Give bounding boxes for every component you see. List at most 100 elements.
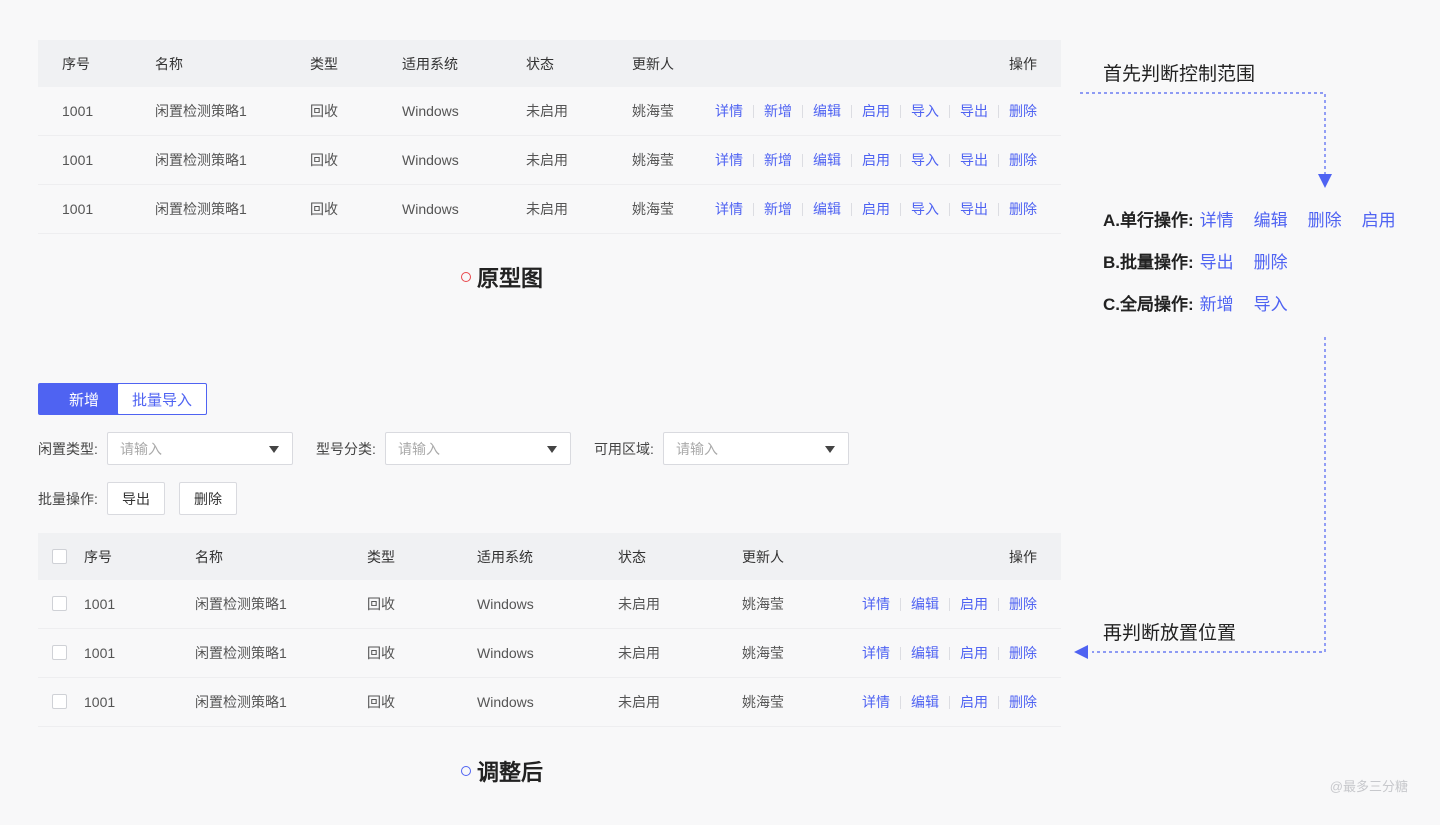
detail-link[interactable]: 详情: [715, 101, 743, 121]
arrow-left-icon: [1074, 645, 1088, 659]
row-checkbox[interactable]: [52, 596, 67, 611]
model-category-select[interactable]: 请输入: [385, 432, 571, 465]
cell-status: 未启用: [618, 694, 660, 710]
import-link[interactable]: 导入: [911, 101, 939, 121]
cell-type: 回收: [367, 694, 395, 710]
edit-link[interactable]: 编辑: [813, 101, 841, 121]
detail-link[interactable]: 详情: [715, 199, 743, 219]
detail-link[interactable]: 详情: [862, 643, 890, 663]
batch-delete-button[interactable]: 删除: [179, 482, 237, 515]
delete-link[interactable]: 删除: [1009, 199, 1037, 219]
cell-name: 闲置检测策略1: [195, 645, 287, 661]
divider: [998, 153, 999, 167]
enable-link[interactable]: 启用: [960, 692, 988, 712]
delete-link[interactable]: 删除: [1009, 150, 1037, 170]
cell-updater: 姚海莹: [632, 103, 674, 119]
divider: [802, 153, 803, 167]
caption-text: 原型图: [477, 266, 544, 291]
row-checkbox[interactable]: [52, 645, 67, 660]
divider: [900, 104, 901, 118]
col-header-name: 名称: [195, 548, 223, 565]
col-header-status: 状态: [526, 55, 554, 72]
row-actions: 详情 编辑 启用 删除: [862, 678, 1037, 726]
rule-item: 新增: [1199, 295, 1234, 314]
export-link[interactable]: 导出: [960, 150, 988, 170]
batch-import-button[interactable]: 批量导入: [117, 383, 207, 415]
add-link[interactable]: 新增: [764, 150, 792, 170]
cell-status: 未启用: [618, 596, 660, 612]
divider: [802, 104, 803, 118]
add-link[interactable]: 新增: [764, 199, 792, 219]
rule-label: A.单行操作:: [1103, 211, 1194, 230]
delete-link[interactable]: 删除: [1009, 692, 1037, 712]
cell-status: 未启用: [526, 201, 568, 217]
cell-id: 1001: [62, 201, 94, 217]
divider: [851, 202, 852, 216]
select-all-checkbox[interactable]: [52, 548, 67, 564]
col-header-actions: 操作: [1009, 55, 1037, 72]
cell-updater: 姚海莹: [632, 152, 674, 168]
batch-export-button[interactable]: 导出: [107, 482, 165, 515]
cell-id: 1001: [62, 152, 94, 168]
detail-link[interactable]: 详情: [715, 150, 743, 170]
caret-down-icon: [825, 446, 835, 453]
available-zone-select[interactable]: 请输入: [663, 432, 849, 465]
edit-link[interactable]: 编辑: [911, 594, 939, 614]
cell-system: Windows: [477, 596, 534, 612]
rule-item: 编辑: [1253, 211, 1288, 230]
enable-link[interactable]: 启用: [862, 101, 890, 121]
enable-link[interactable]: 启用: [960, 643, 988, 663]
cell-name: 闲置检测策略1: [155, 152, 247, 168]
row-actions: 详情 编辑 启用 删除: [862, 629, 1037, 677]
import-link[interactable]: 导入: [911, 150, 939, 170]
enable-link[interactable]: 启用: [960, 594, 988, 614]
enable-link[interactable]: 启用: [862, 199, 890, 219]
cell-status: 未启用: [526, 103, 568, 119]
select-placeholder: 请输入: [676, 440, 718, 457]
col-header-id: 序号: [62, 55, 90, 72]
prototype-table: 序号 名称 类型 适用系统 状态 更新人 操作 1001 闲置检测策略1 回收 …: [38, 40, 1061, 234]
delete-link[interactable]: 删除: [1009, 594, 1037, 614]
delete-link[interactable]: 删除: [1009, 101, 1037, 121]
divider: [900, 202, 901, 216]
divider: [949, 153, 950, 167]
export-link[interactable]: 导出: [960, 199, 988, 219]
cell-updater: 姚海莹: [742, 645, 784, 661]
cell-updater: 姚海莹: [742, 694, 784, 710]
row-checkbox[interactable]: [52, 694, 67, 709]
cell-status: 未启用: [526, 152, 568, 168]
idle-type-select[interactable]: 请输入: [107, 432, 293, 465]
detail-link[interactable]: 详情: [862, 594, 890, 614]
import-link[interactable]: 导入: [911, 199, 939, 219]
col-header-updater: 更新人: [742, 548, 784, 565]
adjusted-caption: 调整后: [461, 755, 543, 787]
dashed-line: [1080, 92, 1326, 175]
edit-link[interactable]: 编辑: [911, 643, 939, 663]
cell-system: Windows: [402, 201, 459, 217]
cell-type: 回收: [310, 201, 338, 217]
enable-link[interactable]: 启用: [862, 150, 890, 170]
rule-item: 导出: [1199, 253, 1234, 272]
detail-link[interactable]: 详情: [862, 692, 890, 712]
add-link[interactable]: 新增: [764, 101, 792, 121]
edit-link[interactable]: 编辑: [813, 199, 841, 219]
filter-label-available-zone: 可用区域:: [594, 441, 654, 457]
table-header: 序号 名称 类型 适用系统 状态 更新人 操作: [38, 40, 1061, 87]
rule-item: 启用: [1361, 211, 1396, 230]
edit-link[interactable]: 编辑: [911, 692, 939, 712]
cell-id: 1001: [84, 645, 116, 661]
divider: [949, 597, 950, 611]
table-row: 1001 闲置检测策略1 回收 Windows 未启用 姚海莹 详情 编辑 启用…: [38, 580, 1061, 629]
col-header-type: 类型: [367, 548, 395, 565]
rule-single-row: A.单行操作: 详情 编辑 删除 启用: [1103, 206, 1416, 231]
divider: [998, 202, 999, 216]
cell-id: 1001: [84, 596, 116, 612]
cell-type: 回收: [367, 645, 395, 661]
divider: [949, 646, 950, 660]
export-link[interactable]: 导出: [960, 101, 988, 121]
row-actions: 详情 新增 编辑 启用 导入 导出 删除: [715, 136, 1037, 184]
edit-link[interactable]: 编辑: [813, 150, 841, 170]
caption-text: 调整后: [477, 760, 544, 785]
cell-system: Windows: [402, 152, 459, 168]
delete-link[interactable]: 删除: [1009, 643, 1037, 663]
